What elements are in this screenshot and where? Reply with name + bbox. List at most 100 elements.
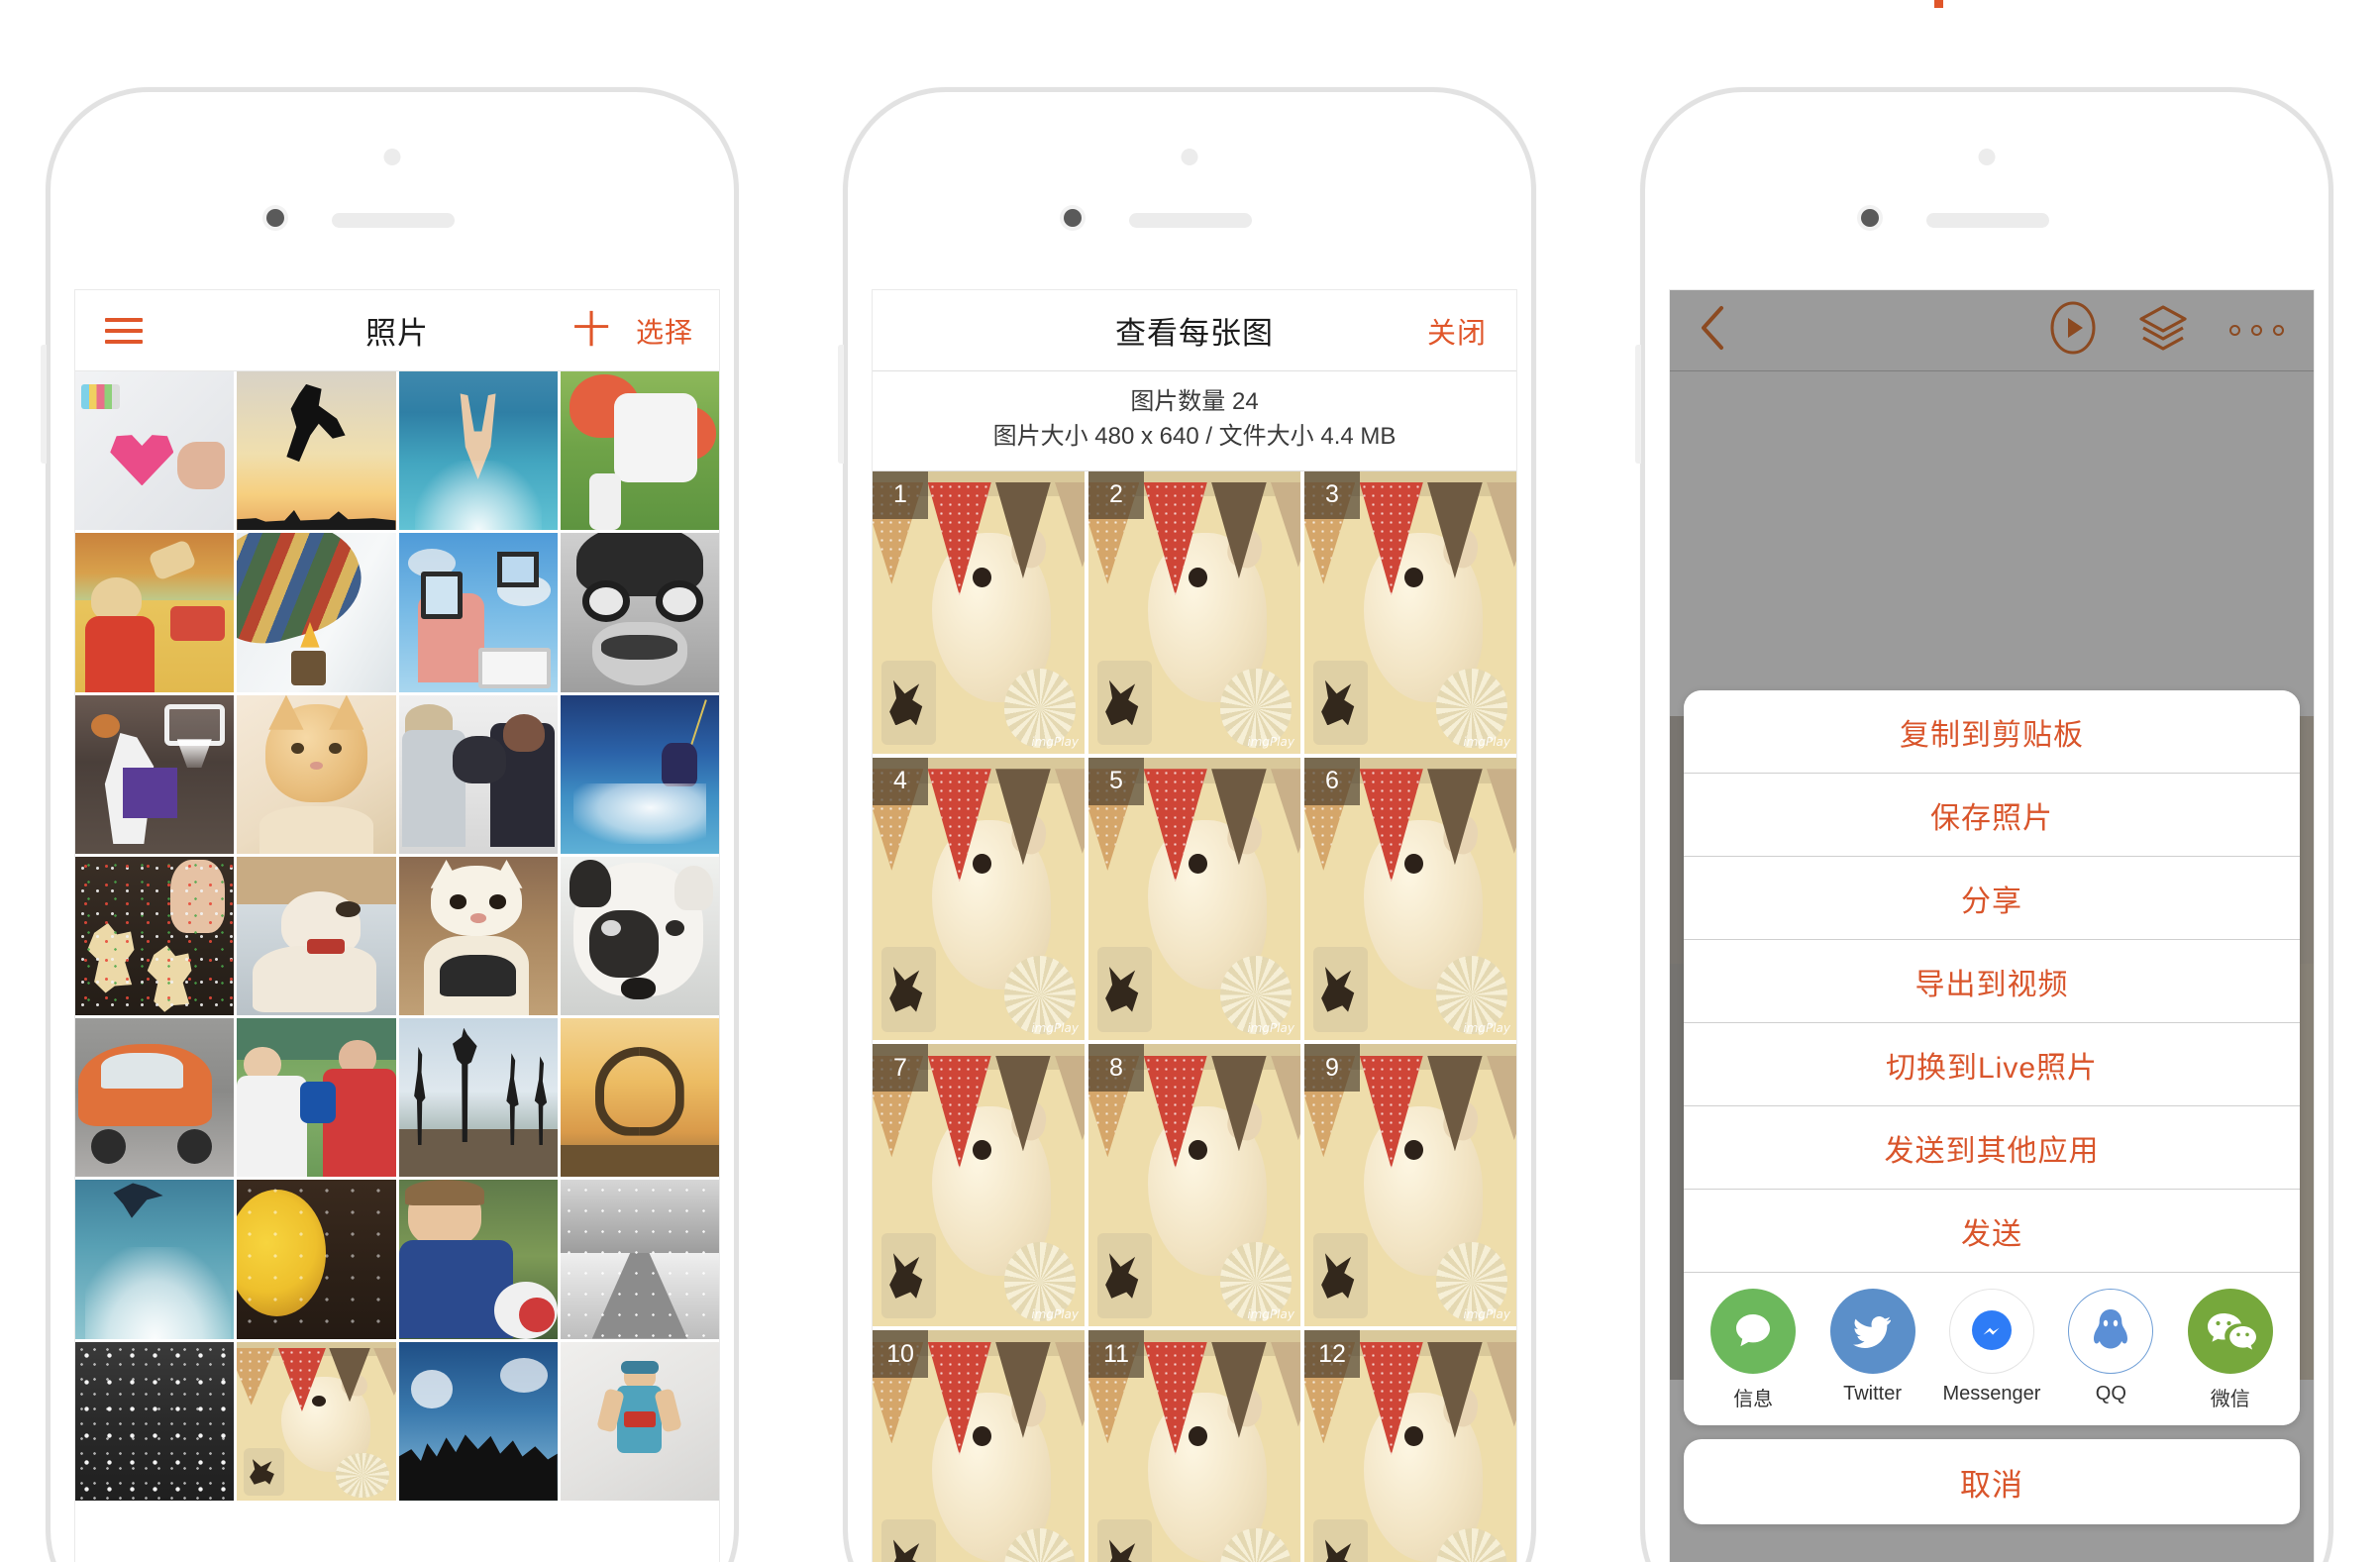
photo-thumbnail[interactable] xyxy=(237,1341,396,1501)
photo-grid xyxy=(75,371,719,1501)
frame-thumbnail[interactable]: 4 imgPlay xyxy=(873,757,1085,1041)
layers-icon[interactable] xyxy=(2136,301,2190,360)
proximity-sensor-icon xyxy=(1861,209,1879,227)
photo-thumbnail[interactable] xyxy=(398,533,558,692)
wechat-icon[interactable] xyxy=(2187,1289,2273,1374)
volume-button[interactable] xyxy=(1635,345,1641,464)
share-app-label: Twitter xyxy=(1843,1383,1903,1405)
photo-thumbnail[interactable] xyxy=(560,533,719,692)
photo-thumbnail[interactable] xyxy=(237,371,396,531)
photo-thumbnail[interactable] xyxy=(237,1180,396,1339)
photo-thumbnail[interactable] xyxy=(398,856,558,1015)
photo-thumbnail[interactable] xyxy=(75,694,235,854)
frame-number: 1 xyxy=(873,470,928,519)
frame-grid: 1 imgPlay 2 imgPlay 3 imgPlay 4 imgPlay 5 imgPlay… xyxy=(873,470,1516,1562)
proximity-sensor-icon xyxy=(1064,209,1082,227)
frame-thumbnail[interactable]: 3 imgPlay xyxy=(1304,470,1516,754)
frame-number: 2 xyxy=(1088,470,1144,519)
watermark: imgPlay xyxy=(1463,1021,1510,1036)
sheet-item-switch-to-live-photo[interactable]: 切换到Live照片 xyxy=(1684,1023,2300,1106)
messages-icon[interactable] xyxy=(1710,1289,1797,1374)
frame-thumbnail[interactable]: 2 imgPlay xyxy=(1088,470,1300,754)
photo-thumbnail[interactable] xyxy=(398,694,558,854)
watermark: imgPlay xyxy=(1247,734,1294,749)
sheet-item-share[interactable]: 分享 xyxy=(1684,857,2300,940)
watermark: imgPlay xyxy=(1247,1021,1294,1036)
volume-button[interactable] xyxy=(41,345,47,464)
photo-thumbnail[interactable] xyxy=(75,1180,235,1339)
back-button[interactable] xyxy=(1698,304,1727,357)
watermark: imgPlay xyxy=(1031,1021,1079,1036)
photo-thumbnail[interactable] xyxy=(237,533,396,692)
frame-thumbnail[interactable]: 6 imgPlay xyxy=(1304,757,1516,1041)
frame-thumbnail[interactable]: 5 imgPlay xyxy=(1088,757,1300,1041)
photo-thumbnail[interactable] xyxy=(237,856,396,1015)
share-sheet-backdrop: 复制到剪贴板 保存照片 分享 导出到视频 切换到Live照片 发送到其他应用 发送 信息 Tw… xyxy=(1670,290,2314,1562)
photo-thumbnail[interactable] xyxy=(398,1018,558,1178)
photo-thumbnail[interactable] xyxy=(237,1018,396,1178)
add-icon[interactable]: 十 xyxy=(572,312,610,350)
photo-thumbnail[interactable] xyxy=(398,1180,558,1339)
frame-thumbnail[interactable]: 1 imgPlay xyxy=(873,470,1085,754)
frame-thumbnail[interactable]: 7 imgPlay xyxy=(873,1044,1085,1327)
photo-thumbnail[interactable] xyxy=(560,694,719,854)
photo-thumbnail[interactable] xyxy=(560,371,719,531)
share-app-wechat[interactable]: 微信 xyxy=(2176,1289,2285,1411)
more-horizontal-icon[interactable] xyxy=(2229,325,2284,336)
frame-number: 12 xyxy=(1304,1330,1360,1379)
sheet-item-export-to-video[interactable]: 导出到视频 xyxy=(1684,940,2300,1023)
share-app-label: 信息 xyxy=(1733,1389,1774,1410)
photo-thumbnail[interactable] xyxy=(75,856,235,1015)
frame-number: 5 xyxy=(1088,757,1144,805)
chevron-left-icon xyxy=(1702,306,1723,350)
screen-photos-library: 照片 十 选择 xyxy=(74,289,720,1562)
photo-thumbnail[interactable] xyxy=(560,1018,719,1178)
earpiece-speaker xyxy=(332,213,455,228)
photo-thumbnail[interactable] xyxy=(75,533,235,692)
photo-thumbnail[interactable] xyxy=(237,694,396,854)
volume-button[interactable] xyxy=(838,345,844,464)
play-circle-icon[interactable] xyxy=(2049,300,2097,361)
frame-number: 10 xyxy=(873,1330,928,1379)
earpiece-speaker xyxy=(1129,213,1252,228)
watermark: imgPlay xyxy=(1031,734,1079,749)
sheet-item-save-photo[interactable]: 保存照片 xyxy=(1684,774,2300,857)
watermark: imgPlay xyxy=(1031,1307,1079,1322)
photo-thumbnail[interactable] xyxy=(75,371,235,531)
photo-thumbnail[interactable] xyxy=(560,1180,719,1339)
qq-icon[interactable] xyxy=(2068,1289,2154,1374)
sheet-item-copy-to-clipboard[interactable]: 复制到剪贴板 xyxy=(1684,690,2300,774)
watermark: imgPlay xyxy=(1463,1307,1510,1322)
front-camera-icon xyxy=(1978,149,1996,165)
sheet-item-send-to-other-apps[interactable]: 发送到其他应用 xyxy=(1684,1106,2300,1190)
share-app-qq[interactable]: QQ xyxy=(2056,1289,2165,1406)
screen-share-sheet: 复制到剪贴板 保存照片 分享 导出到视频 切换到Live照片 发送到其他应用 发送 信息 Tw… xyxy=(1669,289,2315,1562)
sheet-item-send[interactable]: 发送 xyxy=(1684,1190,2300,1273)
device-phone-2: 查看每张图 关闭 图片数量 24 图片大小 480 x 640 / 文件大小 4… xyxy=(838,87,1536,1562)
image-metadata: 图片数量 24 图片大小 480 x 640 / 文件大小 4.4 MB xyxy=(873,371,1516,471)
share-app-messages[interactable]: 信息 xyxy=(1699,1289,1808,1411)
close-button[interactable]: 关闭 xyxy=(1427,310,1487,352)
frame-thumbnail[interactable]: 10imgPlay xyxy=(873,1330,1085,1562)
photo-thumbnail[interactable] xyxy=(398,1341,558,1501)
select-button[interactable]: 选择 xyxy=(636,311,693,351)
action-sheet-items: 复制到剪贴板 保存照片 分享 导出到视频 切换到Live照片 发送到其他应用 发送 xyxy=(1684,690,2300,1273)
photo-thumbnail[interactable] xyxy=(75,1018,235,1178)
share-app-messenger[interactable]: Messenger xyxy=(1937,1289,2046,1406)
frame-thumbnail[interactable]: 12imgPlay xyxy=(1304,1330,1516,1562)
photo-thumbnail[interactable] xyxy=(560,856,719,1015)
twitter-icon[interactable] xyxy=(1829,1289,1915,1374)
frame-thumbnail[interactable]: 8 imgPlay xyxy=(1088,1044,1300,1327)
messenger-icon[interactable] xyxy=(1948,1289,2034,1374)
front-camera-icon xyxy=(383,149,401,165)
share-app-twitter[interactable]: Twitter xyxy=(1818,1289,1927,1406)
photo-thumbnail[interactable] xyxy=(398,371,558,531)
photo-thumbnail[interactable] xyxy=(560,1341,719,1501)
frame-thumbnail[interactable]: 11imgPlay xyxy=(1088,1330,1300,1562)
frame-thumbnail[interactable]: 9 imgPlay xyxy=(1304,1044,1516,1327)
top-edge-artifact xyxy=(1934,0,1943,8)
cancel-button[interactable]: 取消 xyxy=(1684,1439,2300,1524)
action-sheet-card: 复制到剪贴板 保存照片 分享 导出到视频 切换到Live照片 发送到其他应用 发送 信息 Tw… xyxy=(1684,690,2300,1425)
frame-number: 7 xyxy=(873,1044,928,1093)
photo-thumbnail[interactable] xyxy=(75,1341,235,1501)
